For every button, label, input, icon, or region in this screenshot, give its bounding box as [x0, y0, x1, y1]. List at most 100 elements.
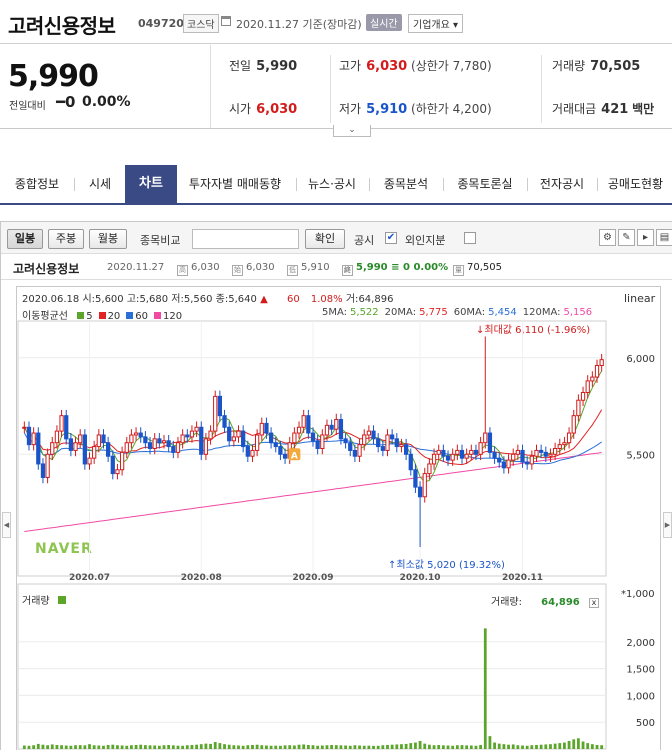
candle-body [296, 426, 302, 434]
candle-body [441, 449, 446, 457]
volume-bar [60, 745, 63, 749]
realtime-button[interactable]: 실시간 [366, 14, 402, 31]
divider [296, 178, 297, 191]
candle-body [68, 438, 74, 451]
volume-bar [488, 736, 492, 749]
volume-bar [274, 745, 278, 749]
candle-body [282, 453, 288, 459]
stock-code: 049720 [138, 17, 184, 30]
volume-plot-border [17, 583, 607, 750]
volume-bar [395, 744, 399, 749]
candle-body [459, 449, 465, 459]
volume-bar [516, 745, 520, 749]
candle-body [222, 415, 227, 428]
candle-body [534, 449, 539, 457]
candle-body [180, 434, 185, 444]
candle-body [455, 449, 460, 455]
candle-body [73, 442, 78, 451]
volume-bar [334, 745, 338, 749]
volume-bar [78, 745, 82, 749]
volume-bar [576, 738, 580, 749]
volume-bar [590, 744, 594, 749]
candle-body [110, 455, 115, 475]
pencil-icon[interactable]: ✎ [618, 229, 635, 246]
candle-body [366, 430, 372, 436]
tab-overview[interactable]: 종합정보 [2, 165, 72, 203]
candlestick-chart[interactable]: 5,5006,0005001,0001,5002,0002020.07 2020.… [17, 287, 660, 750]
prev-close: 전일 5,990 [229, 57, 297, 74]
confirm-button[interactable]: 확인 [305, 229, 345, 249]
candle-body [199, 426, 204, 455]
volume-bar [246, 745, 250, 749]
volume-bar [102, 745, 105, 749]
candle-body [469, 449, 474, 455]
candle-body [478, 442, 483, 455]
open-value: 6,030 [256, 102, 298, 117]
volume-bar [143, 745, 147, 749]
candle-body [599, 359, 604, 366]
candle-body [278, 446, 283, 455]
volume-bar [50, 744, 54, 749]
foreign-checkbox[interactable] [464, 232, 476, 244]
volume-bar [358, 745, 361, 749]
volume-bar [428, 744, 431, 749]
candle-body [78, 434, 83, 444]
volume-bar [139, 744, 143, 749]
main-tabs: 종합정보 시세 차트 투자자별 매매동향 뉴스·공시 종목분석 종목토론실 전자… [0, 165, 672, 205]
disclosure-checkbox[interactable]: ✔ [385, 232, 397, 244]
candle-body [292, 432, 297, 444]
candle-body [124, 442, 129, 453]
weekly-button[interactable]: 주봉 [48, 229, 84, 249]
scroll-left-icon[interactable]: ◀ [2, 512, 11, 538]
info-low: 低 5,910 [287, 262, 330, 276]
high-value: 6,030 [366, 59, 408, 74]
tab-analysis[interactable]: 종목분석 [371, 165, 441, 203]
info-change: ≡ 0 [391, 262, 410, 273]
candle-body [417, 486, 423, 498]
candle-body [268, 432, 274, 444]
monthly-button[interactable]: 월봉 [89, 229, 127, 249]
candle-body [152, 438, 157, 450]
layout-icon[interactable]: ▤ [656, 229, 672, 246]
volume-bar [260, 745, 264, 749]
compare-input[interactable] [192, 229, 299, 249]
scroll-right-icon[interactable]: ▶ [663, 512, 672, 538]
volume-bar [232, 745, 236, 749]
volume-bar [372, 745, 375, 749]
tab-short-selling[interactable]: 공매도현황 [599, 165, 672, 203]
high-icon: 高 [177, 265, 188, 276]
volume-bar [465, 745, 469, 749]
change-percent: 0.00% [82, 94, 131, 110]
candle-body [376, 438, 381, 448]
chevron-down-icon[interactable]: ⌄ [333, 125, 371, 137]
volume-bar [162, 745, 166, 749]
cursor-icon[interactable]: ▸ [637, 229, 654, 246]
settings-icon[interactable]: ⚙ [599, 229, 616, 246]
candle-body [464, 453, 469, 459]
volume-bar [525, 745, 529, 749]
tab-news[interactable]: 뉴스·공시 [298, 165, 366, 203]
candle-body [408, 453, 413, 471]
tab-investor[interactable]: 투자자별 매매동향 [179, 165, 291, 203]
candle-body [562, 442, 567, 446]
candle-body [236, 430, 241, 438]
daily-button[interactable]: 일봉 [7, 229, 43, 249]
volume-bar [404, 743, 408, 749]
candle-body [497, 457, 502, 463]
candle-body [580, 392, 586, 401]
candle-body [245, 446, 250, 457]
tab-disclosure[interactable]: 전자공시 [529, 165, 595, 203]
tab-chart[interactable]: 차트 [125, 165, 177, 203]
volume-bar [36, 743, 40, 749]
company-overview-dropdown[interactable]: 기업개요 ▾ [408, 14, 463, 33]
candle-body [357, 444, 362, 457]
tab-price[interactable]: 시세 [76, 165, 124, 203]
candle-body [241, 430, 246, 448]
candle-body [380, 446, 385, 451]
tab-forum[interactable]: 종목토론실 [445, 165, 525, 203]
candle-body [399, 444, 404, 448]
volume-bar [74, 745, 77, 749]
volume-value: 70,505 [590, 59, 641, 74]
volume-bar [497, 743, 501, 749]
volume-bar [530, 745, 534, 749]
